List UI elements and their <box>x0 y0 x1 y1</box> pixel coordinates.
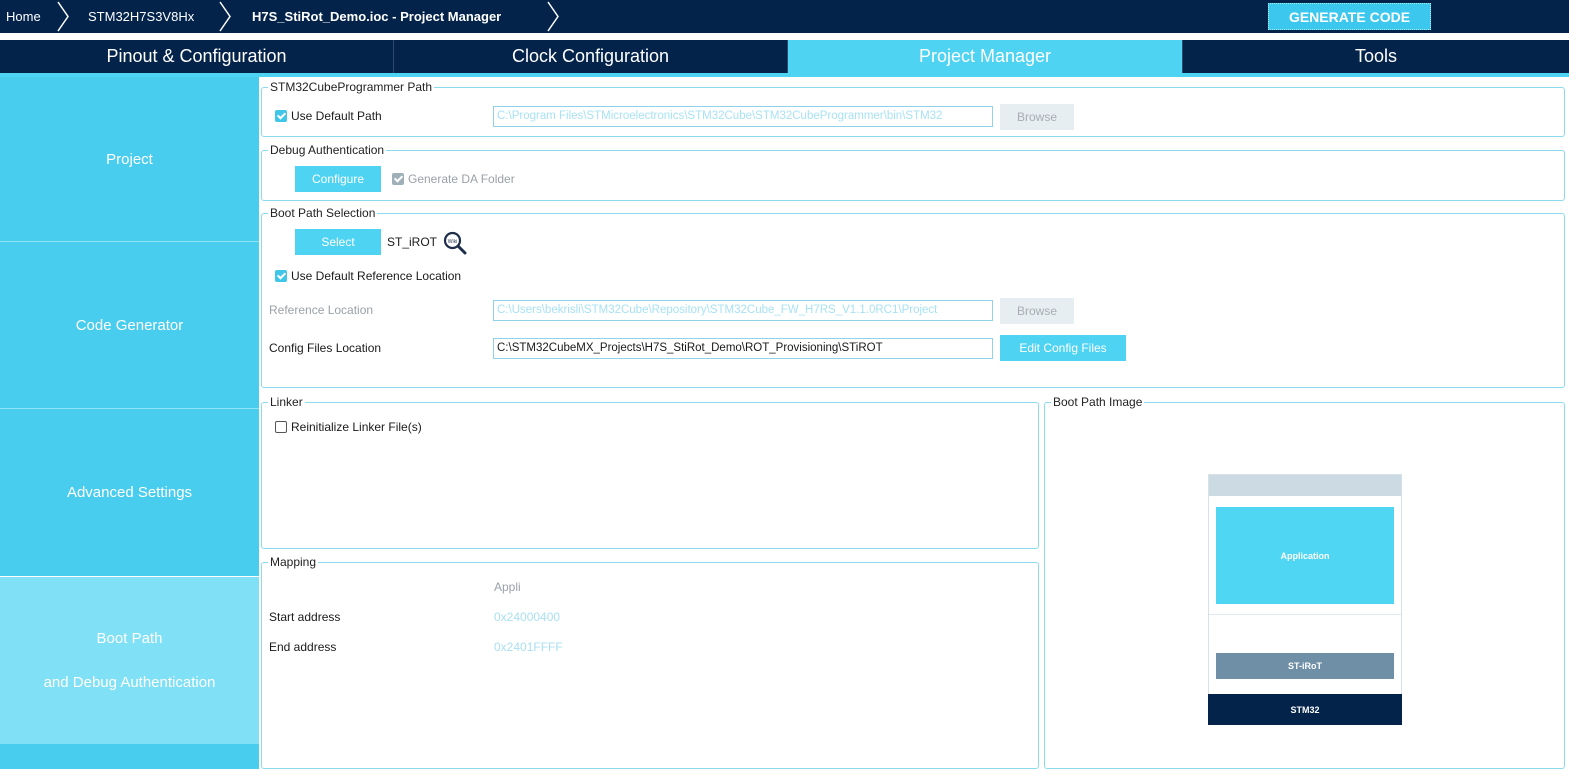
stirot-block-label: ST-iRoT <box>1288 661 1322 671</box>
application-block: Application <box>1216 507 1394 604</box>
generate-code-button[interactable]: GENERATE CODE <box>1268 3 1431 30</box>
start-address-label: Start address <box>269 610 341 624</box>
sidebar-item-label: Boot Path <box>96 630 163 647</box>
sidebar-item-project[interactable]: Project <box>0 77 259 241</box>
sidebar-item-code-generator[interactable]: Code Generator <box>0 242 259 408</box>
edit-config-files-button[interactable]: Edit Config Files <box>1000 335 1126 361</box>
sidebar-item-advanced-settings[interactable]: Advanced Settings <box>0 409 259 576</box>
use-default-reference-label: Use Default Reference Location <box>291 269 462 283</box>
reference-location-label: Reference Location <box>269 303 374 317</box>
sidebar-filler <box>0 744 259 769</box>
config-files-location-label: Config Files Location <box>269 341 382 355</box>
mapping-panel: Mapping <box>261 555 1039 769</box>
stm32-block-label: STM32 <box>1290 704 1320 715</box>
sidebar-item-label: Code Generator <box>75 316 184 334</box>
wiki-search-icon[interactable]: Wiki <box>443 231 467 255</box>
tab-clock-configuration[interactable]: Clock Configuration <box>394 40 788 73</box>
programmer-browse-button[interactable]: Browse <box>1000 104 1074 130</box>
breadcrumb-device[interactable]: STM32H7S3V8Hx <box>88 0 194 33</box>
boot-path-diagram: Application ST-iRoT STM32 <box>1208 474 1402 725</box>
tab-tools[interactable]: Tools <box>1183 40 1569 73</box>
panel-legend: Linker <box>268 395 305 409</box>
reference-browse-button[interactable]: Browse <box>1000 298 1074 324</box>
panel-legend: STM32CubeProgrammer Path <box>268 80 435 94</box>
programmer-path-field[interactable]: C:\Program Files\STMicroelectronics\STM3… <box>493 106 993 127</box>
application-block-label: Application <box>1280 550 1330 561</box>
config-files-location-field[interactable]: C:\STM32CubeMX_Projects\H7S_StiRot_Demo\… <box>493 338 993 359</box>
configure-button[interactable]: Configure <box>295 166 381 192</box>
panel-legend: Boot Path Image <box>1051 395 1145 409</box>
sidebar-item-label: and Debug Authentication <box>43 674 216 691</box>
panel-legend: Mapping <box>268 555 319 569</box>
use-default-path-checkbox[interactable] <box>275 110 287 122</box>
start-address-value: 0x24000400 <box>494 610 561 624</box>
chevron-right-icon <box>219 1 231 32</box>
breadcrumb-project[interactable]: H7S_StiRot_Demo.ioc - Project Manager <box>252 0 501 33</box>
end-address-value: 0x2401FFFF <box>494 640 563 654</box>
diagram-header-bar <box>1209 475 1401 496</box>
sidebar-item-boot-path[interactable]: Boot Path and Debug Authentication <box>0 577 259 744</box>
generate-da-folder-checkbox[interactable] <box>392 173 404 185</box>
chevron-right-icon <box>57 1 69 32</box>
stirot-block: ST-iRoT <box>1216 653 1394 679</box>
mapping-column-appli: Appli <box>494 580 521 594</box>
use-default-path-label: Use Default Path <box>291 109 382 123</box>
select-boot-path-button[interactable]: Select <box>295 229 381 255</box>
end-address-label: End address <box>269 640 337 654</box>
stm32-block: STM32 <box>1208 694 1402 725</box>
main-tabs: Pinout & Configuration Clock Configurati… <box>0 40 1569 73</box>
sidebar-item-label: Project <box>106 150 153 168</box>
use-default-reference-checkbox[interactable] <box>275 270 287 282</box>
svg-text:Wiki: Wiki <box>448 239 457 245</box>
diagram-divider <box>1209 614 1401 615</box>
breadcrumb: Home STM32H7S3V8Hx H7S_StiRot_Demo.ioc -… <box>0 0 1569 33</box>
panel-legend: Boot Path Selection <box>268 206 378 220</box>
reinitialize-linker-checkbox[interactable] <box>275 421 287 433</box>
reference-location-field[interactable]: C:\Users\bekrisli\STM32Cube\Repository\S… <box>493 300 993 321</box>
selected-boot-path: ST_iROT <box>387 235 438 249</box>
breadcrumb-home[interactable]: Home <box>6 0 41 33</box>
reinitialize-linker-label: Reinitialize Linker File(s) <box>291 420 422 434</box>
sidebar-item-label: Advanced Settings <box>66 484 193 501</box>
tab-project-manager[interactable]: Project Manager <box>788 40 1183 73</box>
tab-pinout-configuration[interactable]: Pinout & Configuration <box>0 40 394 73</box>
generate-da-folder-label: Generate DA Folder <box>408 172 515 186</box>
panel-legend: Debug Authentication <box>268 143 387 157</box>
chevron-right-icon <box>547 1 559 32</box>
